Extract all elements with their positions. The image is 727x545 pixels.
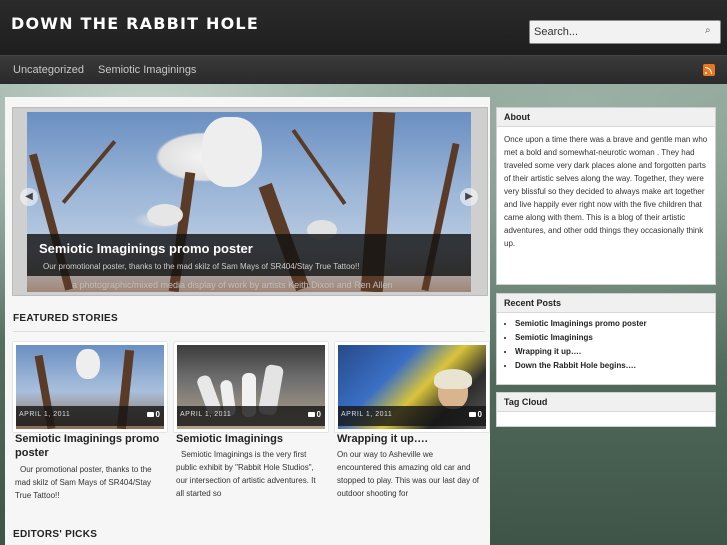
story-excerpt: Our promotional poster, thanks to the ma…: [15, 465, 152, 500]
chevron-right-icon[interactable]: ▶: [460, 188, 478, 206]
story-date: APRIL 1, 2011: [19, 411, 71, 418]
tag-cloud-heading: Tag Cloud: [497, 393, 715, 412]
comment-count[interactable]: 0: [468, 410, 482, 419]
nav-item-semiotic-imaginings[interactable]: Semiotic Imaginings: [98, 64, 196, 76]
featured-heading: FEATURED STORIES: [13, 313, 118, 324]
chevron-left-icon[interactable]: ◀: [20, 188, 38, 206]
slide-title[interactable]: Semiotic Imaginings promo poster: [39, 241, 253, 256]
about-heading: About: [497, 108, 715, 127]
comment-count-value: 0: [477, 410, 482, 419]
comment-icon: [146, 412, 154, 418]
story-title[interactable]: Semiotic Imaginings promo poster: [15, 432, 165, 460]
search-box[interactable]: ⌕: [529, 20, 721, 44]
magnifier-icon[interactable]: ⌕: [705, 25, 715, 37]
comment-count-value: 0: [316, 410, 321, 419]
story-date: APRIL 1, 2011: [180, 411, 232, 418]
recent-posts-widget: Recent Posts Semiotic Imaginings promo p…: [496, 293, 716, 385]
editors-heading: EDITORS' PICKS: [13, 529, 98, 540]
comment-icon: [468, 412, 476, 418]
story-meta: APRIL 1, 2011 0: [338, 406, 486, 426]
story-excerpt: Semiotic Imaginings is the very first pu…: [176, 450, 316, 498]
story-meta: APRIL 1, 2011 0: [177, 406, 325, 426]
search-input[interactable]: [534, 23, 702, 41]
main-nav: Uncategorized Semiotic Imaginings: [0, 55, 727, 84]
recent-post-link[interactable]: Semiotic Imaginings: [515, 331, 715, 345]
comment-count-value: 0: [155, 410, 160, 419]
story-date: APRIL 1, 2011: [341, 411, 393, 418]
comment-count[interactable]: 0: [146, 410, 160, 419]
site-header: DOWN THE RABBIT HOLE ⌕: [0, 0, 727, 55]
rss-icon[interactable]: [703, 64, 715, 76]
nav-item-uncategorized[interactable]: Uncategorized: [13, 64, 84, 76]
slide-text: Our promotional poster, thanks to the ma…: [43, 262, 360, 271]
tag-cloud-widget: Tag Cloud: [496, 392, 716, 427]
divider: [13, 331, 485, 332]
slide-caption[interactable]: Semiotic Imaginings promo poster Our pro…: [27, 234, 471, 276]
recent-post-link[interactable]: Semiotic Imaginings promo poster: [515, 317, 715, 331]
comment-count[interactable]: 0: [307, 410, 321, 419]
recent-posts-heading: Recent Posts: [497, 294, 715, 313]
comment-icon: [307, 412, 315, 418]
recent-posts-list: Semiotic Imaginings promo poster Semioti…: [497, 317, 715, 373]
story-title[interactable]: Semiotic Imaginings: [176, 432, 326, 446]
recent-post-link[interactable]: Down the Rabbit Hole begins….: [515, 359, 715, 373]
featured-slider[interactable]: Semiotic Imaginings promo poster Our pro…: [12, 107, 488, 296]
story-excerpt: On our way to Asheville we encountered t…: [337, 450, 479, 498]
slider-description: a photographic/mixed media display of wo…: [72, 280, 393, 290]
recent-post-link[interactable]: Wrapping it up….: [515, 345, 715, 359]
about-widget: About Once upon a time there was a brave…: [496, 107, 716, 285]
site-title[interactable]: DOWN THE RABBIT HOLE: [11, 14, 259, 33]
story-title[interactable]: Wrapping it up….: [337, 432, 487, 446]
about-text: Once upon a time there was a brave and g…: [504, 135, 708, 248]
story-meta: APRIL 1, 2011 0: [16, 406, 164, 426]
